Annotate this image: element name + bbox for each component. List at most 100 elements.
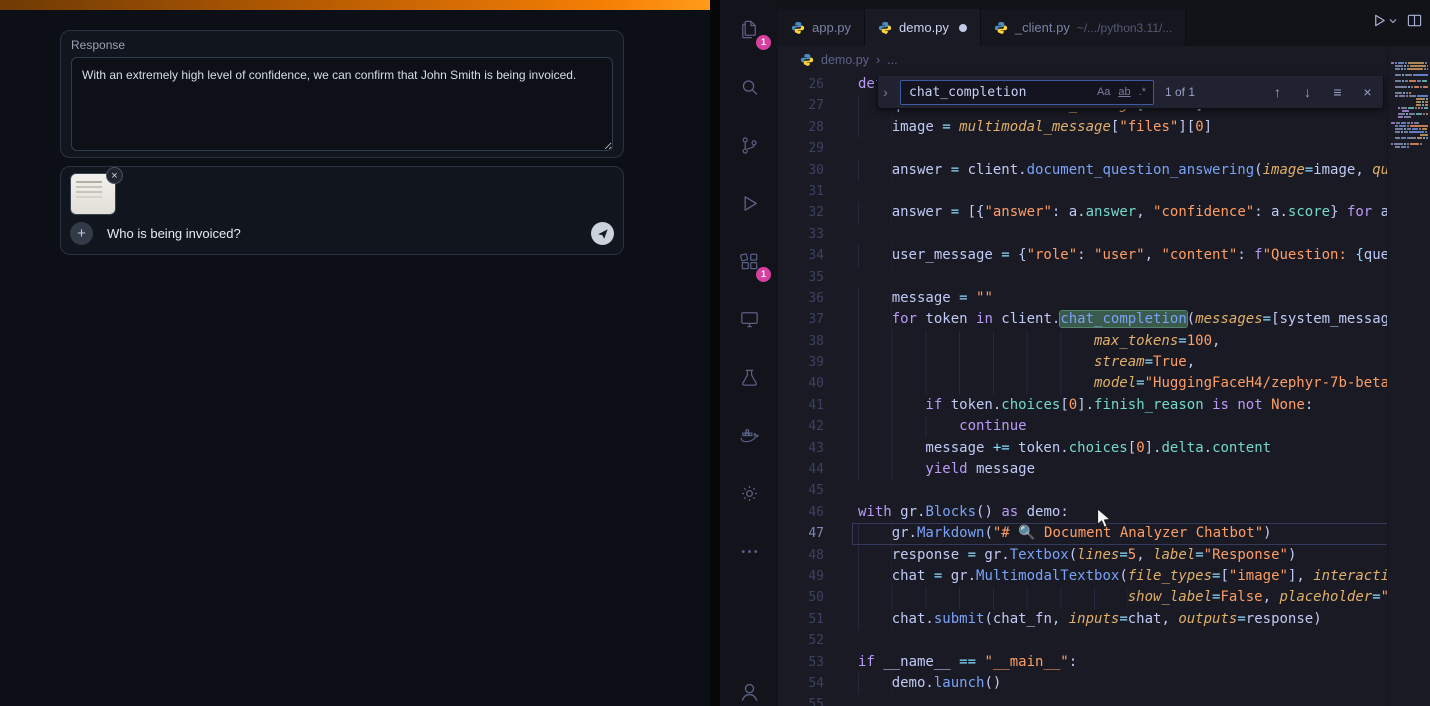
activity-item-account[interactable] — [720, 662, 778, 706]
chevron-down-icon — [1389, 17, 1397, 25]
tab-description: ~/.../python3.11/... — [1077, 21, 1173, 35]
breadcrumb-separator: › — [876, 53, 880, 67]
code-line-52[interactable]: 52 — [778, 630, 1388, 651]
next-match-button[interactable]: ↓ — [1296, 84, 1319, 100]
regex-toggle[interactable]: .* — [1136, 84, 1149, 100]
code-line-29[interactable]: 29 — [778, 138, 1388, 159]
activity-item-more[interactable] — [720, 522, 778, 580]
close-find-button[interactable]: × — [1356, 84, 1379, 100]
code-text: max_tokens=100, — [840, 331, 1220, 352]
code-text: user_message = {"role": "user", "content… — [840, 245, 1388, 266]
line-number: 34 — [778, 245, 840, 266]
remove-attachment-button[interactable]: × — [106, 167, 123, 184]
activity-item-run-debug[interactable] — [720, 174, 778, 232]
code-text: continue — [840, 416, 1027, 437]
code-line-37[interactable]: 37for token in client.chat_completion(me… — [778, 309, 1388, 330]
python-icon — [791, 21, 805, 35]
tab-label: app.py — [812, 20, 851, 35]
code-line-36[interactable]: 36message = "" — [778, 288, 1388, 309]
find-widget: › chat_completion Aa ab .* 1 of 1 ↑ ↓ ≡ … — [877, 76, 1384, 109]
line-number: 30 — [778, 160, 840, 181]
chat-input[interactable] — [105, 225, 579, 242]
minimap[interactable] — [1387, 46, 1430, 706]
activity-item-extensions[interactable]: 1 — [720, 232, 778, 290]
tab-label: demo.py — [899, 20, 949, 35]
code-text: model="HuggingFaceH4/zephyr-7b-beta"): — [840, 373, 1388, 394]
code-line-45[interactable]: 45 — [778, 480, 1388, 501]
find-query-text: chat_completion — [909, 85, 1092, 100]
code-text: answer = client.document_question_answer… — [840, 160, 1388, 181]
tab-app.py[interactable]: app.py — [778, 9, 865, 46]
add-file-button[interactable]: + — [70, 222, 93, 245]
code-line-53[interactable]: 53if __name__ == "__main__": — [778, 652, 1388, 673]
line-number: 33 — [778, 224, 840, 245]
run-debug-icon — [738, 192, 761, 215]
code-line-32[interactable]: 32answer = [{"answer": a.answer, "confid… — [778, 202, 1388, 223]
app-orange-top-bar — [0, 0, 710, 10]
code-line-31[interactable]: 31 — [778, 181, 1388, 202]
activity-item-testing[interactable] — [720, 348, 778, 406]
play-icon — [1372, 13, 1387, 28]
line-number: 37 — [778, 309, 840, 330]
find-in-selection-button[interactable]: ≡ — [1326, 84, 1349, 100]
code-line-42[interactable]: 42continue — [778, 416, 1388, 437]
find-input[interactable]: chat_completion Aa ab .* — [900, 80, 1154, 105]
code-line-40[interactable]: 40model="HuggingFaceH4/zephyr-7b-beta"): — [778, 373, 1388, 394]
activity-item-tools[interactable] — [720, 464, 778, 522]
breadcrumb-more[interactable]: ... — [887, 53, 897, 67]
code-line-38[interactable]: 38max_tokens=100, — [778, 331, 1388, 352]
code-text: gr.Markdown("# 🔍 Document Analyzer Chatb… — [840, 523, 1272, 544]
activity-bar: 11 — [720, 0, 778, 706]
breadcrumb-file[interactable]: demo.py — [821, 53, 869, 67]
code-line-43[interactable]: 43message += token.choices[0].delta.cont… — [778, 438, 1388, 459]
code-text: stream=True, — [840, 352, 1195, 373]
code-line-55[interactable]: 55 — [778, 694, 1388, 706]
code-line-50[interactable]: 50show_label=False, placeholder="Upload … — [778, 587, 1388, 608]
code-line-28[interactable]: 28image = multimodal_message["files"][0] — [778, 117, 1388, 138]
activity-item-explorer[interactable]: 1 — [720, 0, 778, 58]
modified-dot-icon — [959, 24, 967, 32]
code-line-47[interactable]: 47gr.Markdown("# 🔍 Document Analyzer Cha… — [778, 523, 1388, 544]
code-line-33[interactable]: 33 — [778, 224, 1388, 245]
tab-demo.py[interactable]: demo.py — [865, 9, 981, 46]
activity-item-docker[interactable] — [720, 406, 778, 464]
activity-item-remote-explorer[interactable] — [720, 290, 778, 348]
code-line-51[interactable]: 51chat.submit(chat_fn, inputs=chat, outp… — [778, 609, 1388, 630]
code-line-30[interactable]: 30answer = client.document_question_answ… — [778, 160, 1388, 181]
code-line-49[interactable]: 49chat = gr.MultimodalTextbox(file_types… — [778, 566, 1388, 587]
code-viewport: 26def chat_fn(multimodal_message):27ques… — [778, 74, 1388, 706]
code-text: image = multimodal_message["files"][0] — [840, 117, 1212, 138]
editor-area: demo.py › ... 26def chat_fn(multimodal_m… — [778, 46, 1430, 706]
code-line-44[interactable]: 44yield message — [778, 459, 1388, 480]
code-line-46[interactable]: 46with gr.Blocks() as demo: — [778, 502, 1388, 523]
code-line-48[interactable]: 48response = gr.Textbox(lines=5, label="… — [778, 545, 1388, 566]
code-text: yield message — [840, 459, 1035, 480]
line-number: 28 — [778, 117, 840, 138]
response-textarea[interactable]: With an extremely high level of confiden… — [71, 57, 613, 151]
line-number: 45 — [778, 480, 840, 501]
split-editor-icon — [1407, 13, 1422, 28]
previous-match-button[interactable]: ↑ — [1266, 84, 1289, 100]
code-text: chat = gr.MultimodalTextbox(file_types=[… — [840, 566, 1388, 587]
match-case-toggle[interactable]: Aa — [1094, 84, 1113, 100]
activity-item-source-control[interactable] — [720, 116, 778, 174]
find-expand-chevron[interactable]: › — [878, 76, 893, 108]
code-line-34[interactable]: 34user_message = {"role": "user", "conte… — [778, 245, 1388, 266]
tab-_client.py[interactable]: _client.py ~/.../python3.11/... — [981, 9, 1186, 46]
line-number: 51 — [778, 609, 840, 630]
code-line-41[interactable]: 41if token.choices[0].finish_reason is n… — [778, 395, 1388, 416]
tab-label: _client.py — [1015, 20, 1070, 35]
line-number: 43 — [778, 438, 840, 459]
split-editor-button[interactable] — [1407, 13, 1422, 28]
activity-item-search[interactable] — [720, 58, 778, 116]
source-control-icon — [738, 134, 761, 157]
send-button[interactable] — [591, 222, 614, 245]
find-results-count: 1 of 1 — [1165, 85, 1195, 99]
run-python-file-button[interactable] — [1372, 13, 1397, 28]
code-line-39[interactable]: 39stream=True, — [778, 352, 1388, 373]
line-number: 52 — [778, 630, 840, 651]
whole-word-toggle[interactable]: ab — [1115, 84, 1133, 100]
code-line-54[interactable]: 54demo.launch() — [778, 673, 1388, 694]
code-line-35[interactable]: 35 — [778, 267, 1388, 288]
line-number: 47 — [778, 523, 840, 544]
